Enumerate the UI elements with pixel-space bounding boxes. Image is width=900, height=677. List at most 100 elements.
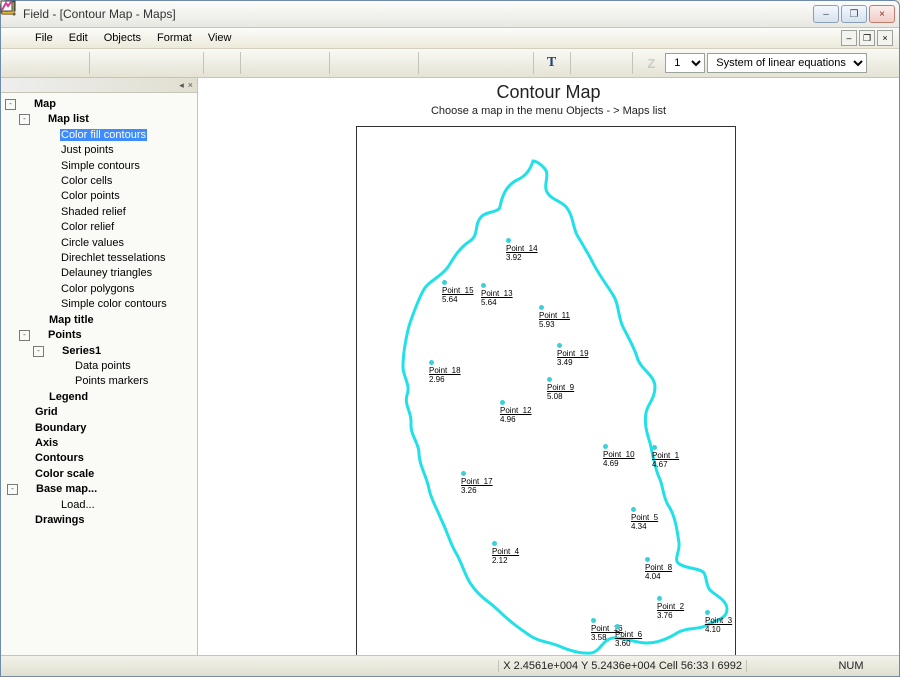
- menu-format[interactable]: Format: [149, 30, 200, 46]
- toolbar-dropdown-system[interactable]: System of linear equations: [707, 53, 867, 73]
- tree-toggle[interactable]: -: [5, 99, 16, 110]
- open-dropdown-icon[interactable]: [59, 51, 83, 75]
- tree-item-color-cells[interactable]: Color cells: [60, 175, 113, 187]
- tree-toggle[interactable]: -: [19, 114, 30, 125]
- tree-toggle[interactable]: -: [7, 484, 18, 495]
- tree-basemap[interactable]: Base map...: [35, 483, 98, 495]
- boundary-icon: [19, 422, 32, 434]
- calculate-icon[interactable]: [869, 51, 893, 75]
- data-point[interactable]: Point_155.64: [442, 279, 474, 304]
- menu-edit[interactable]: Edit: [61, 30, 96, 46]
- tree-item-just-points[interactable]: Just points: [60, 144, 115, 156]
- copy-icon[interactable]: [210, 51, 234, 75]
- data-point[interactable]: Point_143.92: [506, 237, 538, 262]
- tree-root[interactable]: Map: [33, 98, 57, 110]
- pointer-dropdown-icon[interactable]: [602, 51, 626, 75]
- data-point[interactable]: Point_54.34: [631, 506, 658, 531]
- tree-item-simple-contours[interactable]: Simple contours: [60, 160, 141, 172]
- map3d-icon[interactable]: [336, 51, 360, 75]
- data-point[interactable]: Point_124.96: [500, 399, 532, 424]
- menu-objects[interactable]: Objects: [96, 30, 149, 46]
- refresh-icon[interactable]: [503, 51, 527, 75]
- zoom-icon[interactable]: [425, 51, 449, 75]
- data-point[interactable]: Point_104.69: [603, 443, 635, 468]
- minimize-button[interactable]: –: [813, 5, 839, 23]
- close-button[interactable]: ×: [869, 5, 895, 23]
- mdi-min[interactable]: –: [841, 30, 857, 46]
- data-point[interactable]: Point_14.67: [652, 444, 679, 469]
- new-icon[interactable]: [7, 51, 31, 75]
- data-point[interactable]: Point_193.49: [557, 342, 589, 367]
- tree-axis[interactable]: Axis: [34, 437, 59, 449]
- tree-item-delauney[interactable]: Delauney triangles: [60, 267, 153, 279]
- plot-area[interactable]: Point_143.92 Point_155.64 Point_135.64 Poin…: [356, 126, 736, 655]
- layer-icon: [45, 299, 58, 311]
- tree-load[interactable]: Load...: [60, 499, 96, 511]
- globe-icon[interactable]: [362, 51, 386, 75]
- canvas[interactable]: Contour Map Choose a map in the menu Obj…: [198, 78, 899, 655]
- data-point[interactable]: Point_115.93: [539, 304, 570, 329]
- tree-legend[interactable]: Legend: [48, 391, 89, 403]
- data-point[interactable]: Point_84.04: [645, 556, 672, 581]
- z-icon: Z: [639, 51, 663, 75]
- open-icon[interactable]: [33, 51, 57, 75]
- mdi-restore[interactable]: ❐: [859, 30, 875, 46]
- axis-icon: [19, 437, 32, 449]
- points-icon: [32, 330, 45, 342]
- data-point[interactable]: Point_173.26: [461, 470, 493, 495]
- tree-data-points[interactable]: Data points: [74, 360, 132, 372]
- tree-item-color-relief[interactable]: Color relief: [60, 221, 115, 233]
- tree-grid[interactable]: Grid: [34, 406, 59, 418]
- tree-item-simple-color-contours[interactable]: Simple color contours: [60, 298, 168, 310]
- grid-icon[interactable]: [247, 51, 271, 75]
- tree-toggle[interactable]: -: [33, 346, 44, 357]
- tree-toggle[interactable]: -: [19, 330, 30, 341]
- save-icon[interactable]: [96, 51, 120, 75]
- tree-map-list[interactable]: Map list: [47, 113, 90, 125]
- tree-item-circle-values[interactable]: Circle values: [60, 237, 125, 249]
- tree-contours[interactable]: Contours: [34, 452, 85, 464]
- tree-item-direchlet[interactable]: Direchlet tesselations: [60, 252, 167, 264]
- menubar: File Edit Objects Format View – ❐ ×: [1, 28, 899, 49]
- tree-series1[interactable]: Series1: [61, 345, 102, 357]
- color-scale-icon: [19, 468, 32, 480]
- data-point[interactable]: Point_34.10: [705, 609, 732, 634]
- print-layout-icon[interactable]: [174, 51, 198, 75]
- menu-view[interactable]: View: [200, 30, 240, 46]
- data-point[interactable]: Point_95.08: [547, 376, 574, 401]
- menu-file[interactable]: File: [27, 30, 61, 46]
- separator: [329, 52, 330, 74]
- text-icon[interactable]: T: [540, 51, 564, 75]
- tree-boundary[interactable]: Boundary: [34, 422, 87, 434]
- tree-drawings[interactable]: Drawings: [34, 514, 86, 526]
- tree[interactable]: -Map -Map list Color fill contours Just …: [1, 93, 197, 655]
- grid-icon: [19, 407, 32, 419]
- tree-map-title[interactable]: Map title: [48, 314, 95, 326]
- sidebar-close-icon[interactable]: ×: [188, 80, 193, 90]
- toolbar-dropdown-1[interactable]: 1: [665, 53, 705, 73]
- print-icon[interactable]: [148, 51, 172, 75]
- status-num: NUM: [807, 660, 895, 672]
- tree-item-color-fill[interactable]: Color fill contours: [60, 129, 147, 141]
- tree-points[interactable]: Points: [47, 329, 83, 341]
- series-icon: [46, 345, 59, 357]
- boundary-icon[interactable]: [273, 51, 297, 75]
- maximize-button[interactable]: ❐: [841, 5, 867, 23]
- tree-item-shaded[interactable]: Shaded relief: [60, 206, 127, 218]
- tree-item-color-points[interactable]: Color points: [60, 190, 121, 202]
- data-point[interactable]: Point_135.64: [481, 282, 513, 307]
- data-point[interactable]: Point_63.60: [615, 623, 642, 648]
- separator: [632, 52, 633, 74]
- tree-item-color-polygons[interactable]: Color polygons: [60, 283, 135, 295]
- pointer-icon[interactable]: [577, 51, 601, 75]
- markers-icon: [59, 376, 72, 388]
- align-icon[interactable]: [299, 51, 323, 75]
- pin-icon[interactable]: ◂: [179, 80, 184, 91]
- tree-points-markers[interactable]: Points markers: [74, 375, 149, 387]
- save-all-icon[interactable]: [122, 51, 146, 75]
- data-point[interactable]: Point_23.76: [657, 595, 684, 620]
- mdi-close[interactable]: ×: [877, 30, 893, 46]
- tree-color-scale[interactable]: Color scale: [34, 468, 95, 480]
- data-point[interactable]: Point_182.96: [429, 359, 461, 384]
- data-point[interactable]: Point_42.12: [492, 540, 519, 565]
